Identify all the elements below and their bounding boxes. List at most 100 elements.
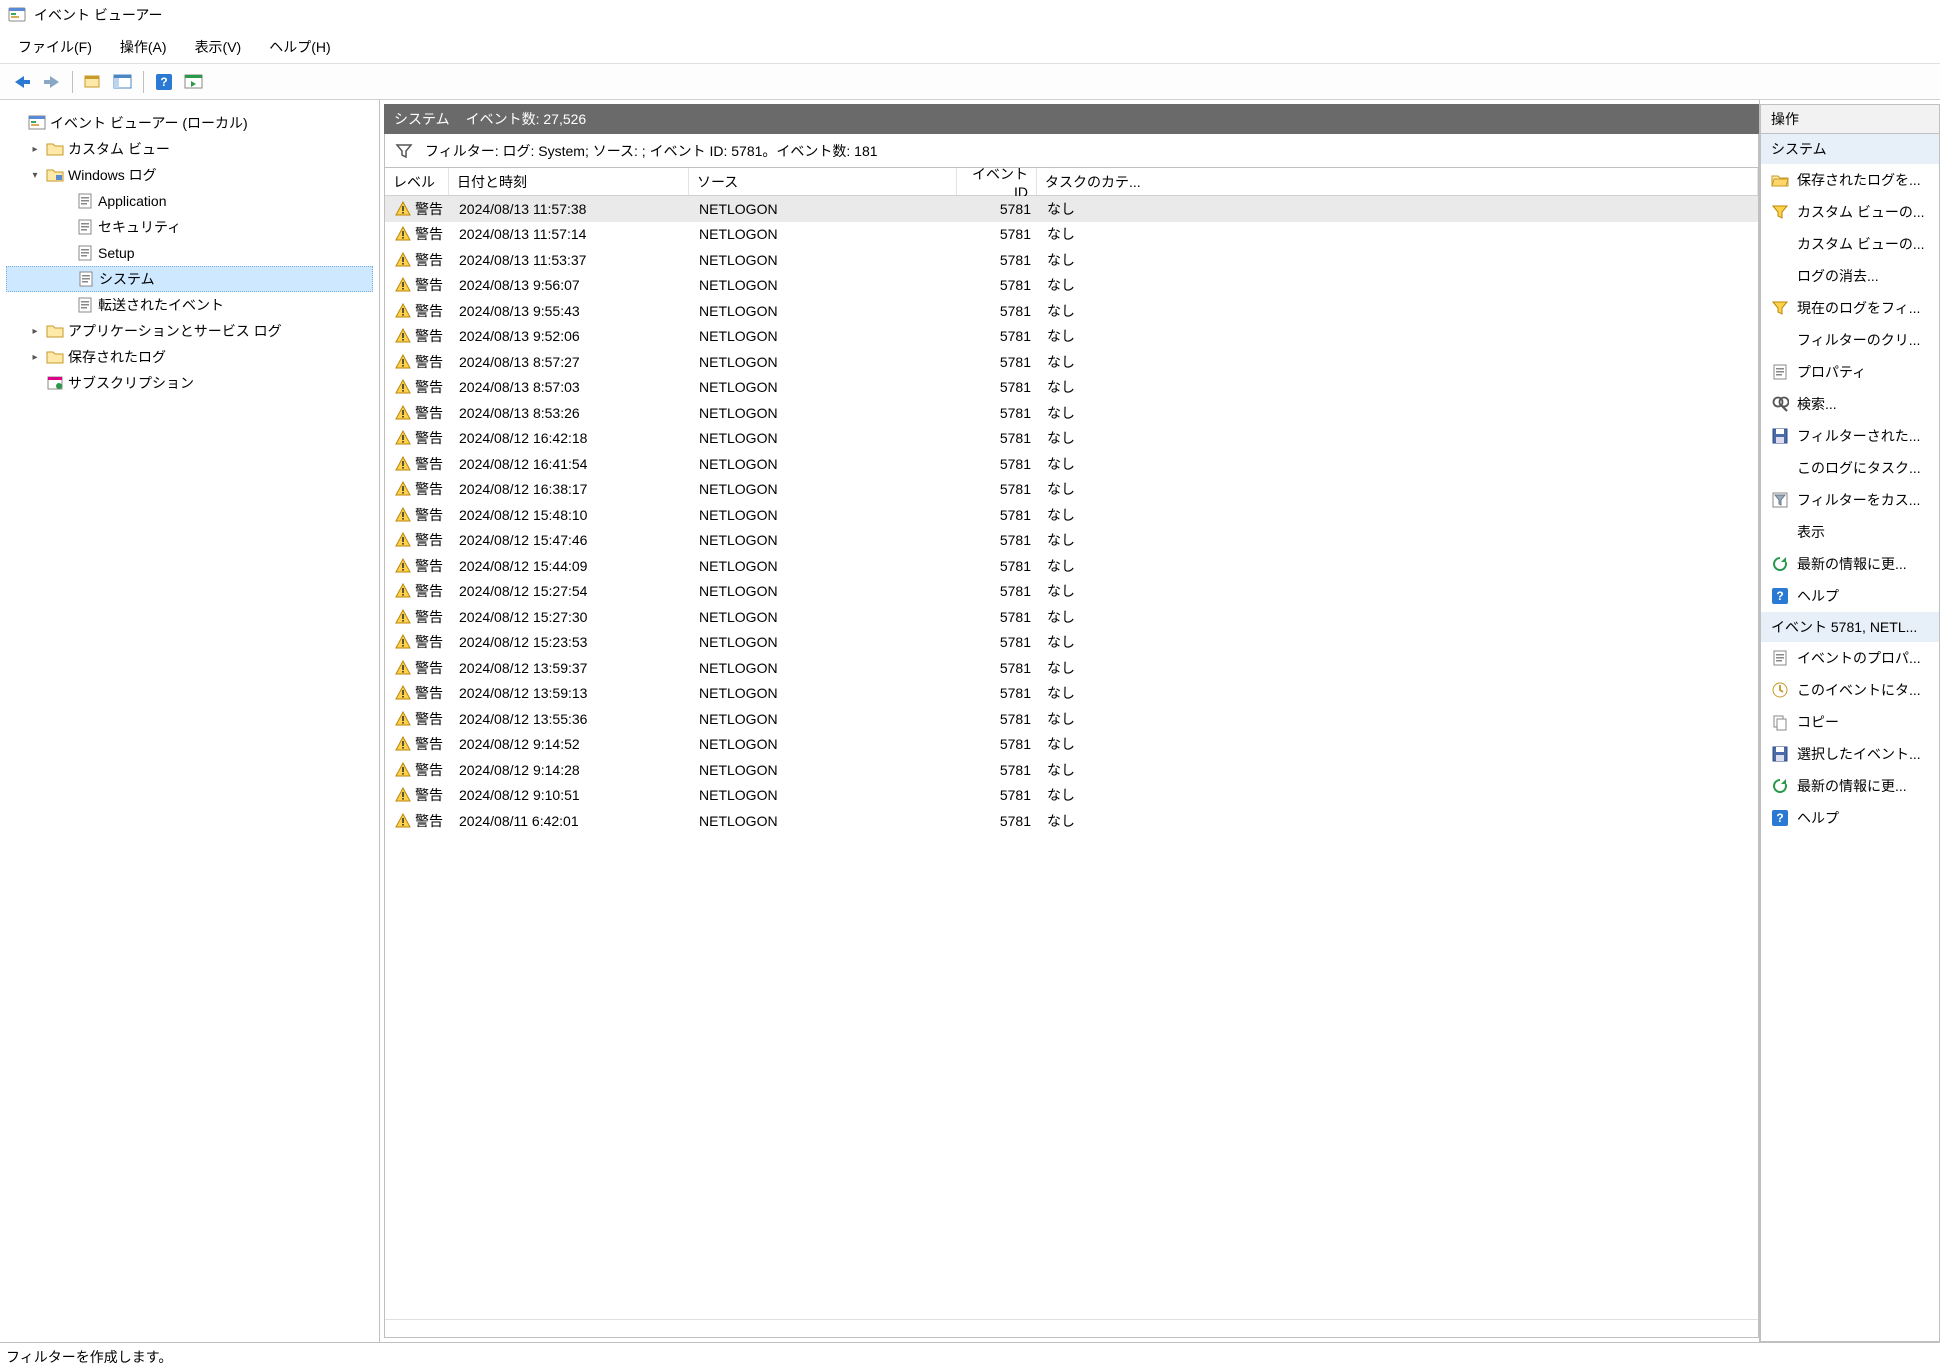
help-button[interactable]: ?	[150, 68, 178, 96]
cell-task: なし	[1039, 352, 1758, 372]
cell-level: 警告	[387, 224, 451, 244]
action-item[interactable]: コピー	[1761, 706, 1939, 738]
forward-button[interactable]	[38, 68, 66, 96]
event-row[interactable]: 警告2024/08/13 11:57:38NETLOGON5781なし	[385, 196, 1758, 222]
expander-icon[interactable]	[10, 116, 24, 130]
tree-log-forwarded[interactable]: 転送されたイベント	[6, 292, 373, 318]
event-row[interactable]: 警告2024/08/12 9:14:28NETLOGON5781なし	[385, 757, 1758, 783]
event-row[interactable]: 警告2024/08/12 15:27:30NETLOGON5781なし	[385, 604, 1758, 630]
event-row[interactable]: 警告2024/08/13 11:53:37NETLOGON5781なし	[385, 247, 1758, 273]
cell-task: なし	[1039, 403, 1758, 423]
event-row[interactable]: 警告2024/08/13 11:57:14NETLOGON5781なし	[385, 222, 1758, 248]
folder-icon	[46, 348, 64, 366]
event-row[interactable]: 警告2024/08/13 9:52:06NETLOGON5781なし	[385, 324, 1758, 350]
event-row[interactable]: 警告2024/08/12 16:41:54NETLOGON5781なし	[385, 451, 1758, 477]
nav-tree[interactable]: イベント ビューアー (ローカル) ▸ カスタム ビュー ▾ Windows ロ…	[0, 100, 380, 1342]
tree-label: システム	[99, 269, 155, 289]
event-row[interactable]: 警告2024/08/13 9:55:43NETLOGON5781なし	[385, 298, 1758, 324]
cell-id: 5781	[959, 328, 1039, 344]
menu-action[interactable]: 操作(A)	[108, 33, 179, 61]
action-item[interactable]: カスタム ビューの...	[1761, 196, 1939, 228]
action-item[interactable]: 現在のログをフィ...	[1761, 292, 1939, 324]
action-item[interactable]: ?ヘルプ	[1761, 580, 1939, 612]
search-icon	[1771, 395, 1789, 413]
tree-log-application[interactable]: Application	[6, 188, 373, 214]
tree-log-security[interactable]: セキュリティ	[6, 214, 373, 240]
event-row[interactable]: 警告2024/08/11 6:42:01NETLOGON5781なし	[385, 808, 1758, 834]
action-item[interactable]: カスタム ビューの...	[1761, 228, 1939, 260]
cell-id: 5781	[959, 634, 1039, 650]
column-header-level[interactable]: レベル	[385, 168, 449, 195]
event-row[interactable]: 警告2024/08/12 15:44:09NETLOGON5781なし	[385, 553, 1758, 579]
horizontal-scrollbar[interactable]	[385, 1319, 1758, 1337]
tree-saved-logs[interactable]: ▸ 保存されたログ	[6, 344, 373, 370]
tree-windows-logs[interactable]: ▾ Windows ログ	[6, 162, 373, 188]
cell-task: なし	[1039, 428, 1758, 448]
event-row[interactable]: 警告2024/08/13 8:57:03NETLOGON5781なし	[385, 375, 1758, 401]
action-item[interactable]: このイベントにタ...	[1761, 674, 1939, 706]
event-row[interactable]: 警告2024/08/12 13:59:37NETLOGON5781なし	[385, 655, 1758, 681]
cell-date: 2024/08/12 13:59:37	[451, 660, 691, 676]
action-item[interactable]: 選択したイベント...	[1761, 738, 1939, 770]
action-item[interactable]: フィルターのクリ...	[1761, 324, 1939, 356]
expander-spacer	[58, 220, 72, 234]
event-list: レベル 日付と時刻 ソース イベント ID タスクのカテ... 警告2024/0…	[384, 168, 1759, 1338]
event-row[interactable]: 警告2024/08/13 8:57:27NETLOGON5781なし	[385, 349, 1758, 375]
event-row[interactable]: 警告2024/08/13 9:56:07NETLOGON5781なし	[385, 273, 1758, 299]
back-button[interactable]	[8, 68, 36, 96]
tree-custom-views[interactable]: ▸ カスタム ビュー	[6, 136, 373, 162]
show-hide-tree-button[interactable]	[79, 68, 107, 96]
event-row[interactable]: 警告2024/08/12 16:38:17NETLOGON5781なし	[385, 477, 1758, 503]
column-header-source[interactable]: ソース	[689, 168, 957, 195]
event-row[interactable]: 警告2024/08/12 15:23:53NETLOGON5781なし	[385, 630, 1758, 656]
cell-id: 5781	[959, 660, 1039, 676]
expander-icon[interactable]: ▾	[28, 168, 42, 182]
event-row[interactable]: 警告2024/08/12 15:27:54NETLOGON5781なし	[385, 579, 1758, 605]
action-label: このログにタスク...	[1797, 458, 1921, 478]
event-row[interactable]: 警告2024/08/12 15:47:46NETLOGON5781なし	[385, 528, 1758, 554]
show-hide-actions-button[interactable]	[109, 68, 137, 96]
action-item[interactable]: ?ヘルプ	[1761, 802, 1939, 834]
cell-level: 警告	[387, 275, 451, 295]
event-list-body[interactable]: 警告2024/08/13 11:57:38NETLOGON5781なし警告202…	[385, 196, 1758, 1319]
action-item[interactable]: 表示	[1761, 516, 1939, 548]
toolbar-button[interactable]	[180, 68, 208, 96]
cell-level: 警告	[387, 607, 451, 627]
menu-view[interactable]: 表示(V)	[183, 33, 254, 61]
action-item[interactable]: ログの消去...	[1761, 260, 1939, 292]
column-header-id[interactable]: イベント ID	[957, 168, 1037, 195]
event-row[interactable]: 警告2024/08/12 13:55:36NETLOGON5781なし	[385, 706, 1758, 732]
action-item[interactable]: 保存されたログを...	[1761, 164, 1939, 196]
tree-root[interactable]: イベント ビューアー (ローカル)	[6, 110, 373, 136]
menu-file[interactable]: ファイル(F)	[6, 33, 104, 61]
cell-task: なし	[1039, 505, 1758, 525]
event-row[interactable]: 警告2024/08/12 15:48:10NETLOGON5781なし	[385, 502, 1758, 528]
action-item[interactable]: 検索...	[1761, 388, 1939, 420]
event-row[interactable]: 警告2024/08/12 13:59:13NETLOGON5781なし	[385, 681, 1758, 707]
tree-log-setup[interactable]: Setup	[6, 240, 373, 266]
actions-section-event: イベント 5781, NETL...	[1761, 612, 1939, 642]
cell-date: 2024/08/12 15:23:53	[451, 634, 691, 650]
menu-help[interactable]: ヘルプ(H)	[257, 33, 342, 61]
column-header-task[interactable]: タスクのカテ...	[1037, 168, 1758, 195]
action-item[interactable]: イベントのプロパ...	[1761, 642, 1939, 674]
expander-icon[interactable]: ▸	[28, 142, 42, 156]
tree-subscriptions[interactable]: サブスクリプション	[6, 370, 373, 396]
event-row[interactable]: 警告2024/08/12 9:10:51NETLOGON5781なし	[385, 783, 1758, 809]
action-item[interactable]: このログにタスク...	[1761, 452, 1939, 484]
action-item[interactable]: プロパティ	[1761, 356, 1939, 388]
event-row[interactable]: 警告2024/08/12 9:14:52NETLOGON5781なし	[385, 732, 1758, 758]
column-header-date[interactable]: 日付と時刻	[449, 168, 689, 195]
expander-icon[interactable]: ▸	[28, 350, 42, 364]
cell-id: 5781	[959, 609, 1039, 625]
cell-level: 警告	[387, 428, 451, 448]
action-item[interactable]: 最新の情報に更...	[1761, 548, 1939, 580]
tree-log-system[interactable]: システム	[6, 266, 373, 292]
expander-icon[interactable]: ▸	[28, 324, 42, 338]
event-row[interactable]: 警告2024/08/12 16:42:18NETLOGON5781なし	[385, 426, 1758, 452]
action-item[interactable]: 最新の情報に更...	[1761, 770, 1939, 802]
action-item[interactable]: フィルターをカス...	[1761, 484, 1939, 516]
action-item[interactable]: フィルターされた...	[1761, 420, 1939, 452]
event-row[interactable]: 警告2024/08/13 8:53:26NETLOGON5781なし	[385, 400, 1758, 426]
tree-app-service-logs[interactable]: ▸ アプリケーションとサービス ログ	[6, 318, 373, 344]
